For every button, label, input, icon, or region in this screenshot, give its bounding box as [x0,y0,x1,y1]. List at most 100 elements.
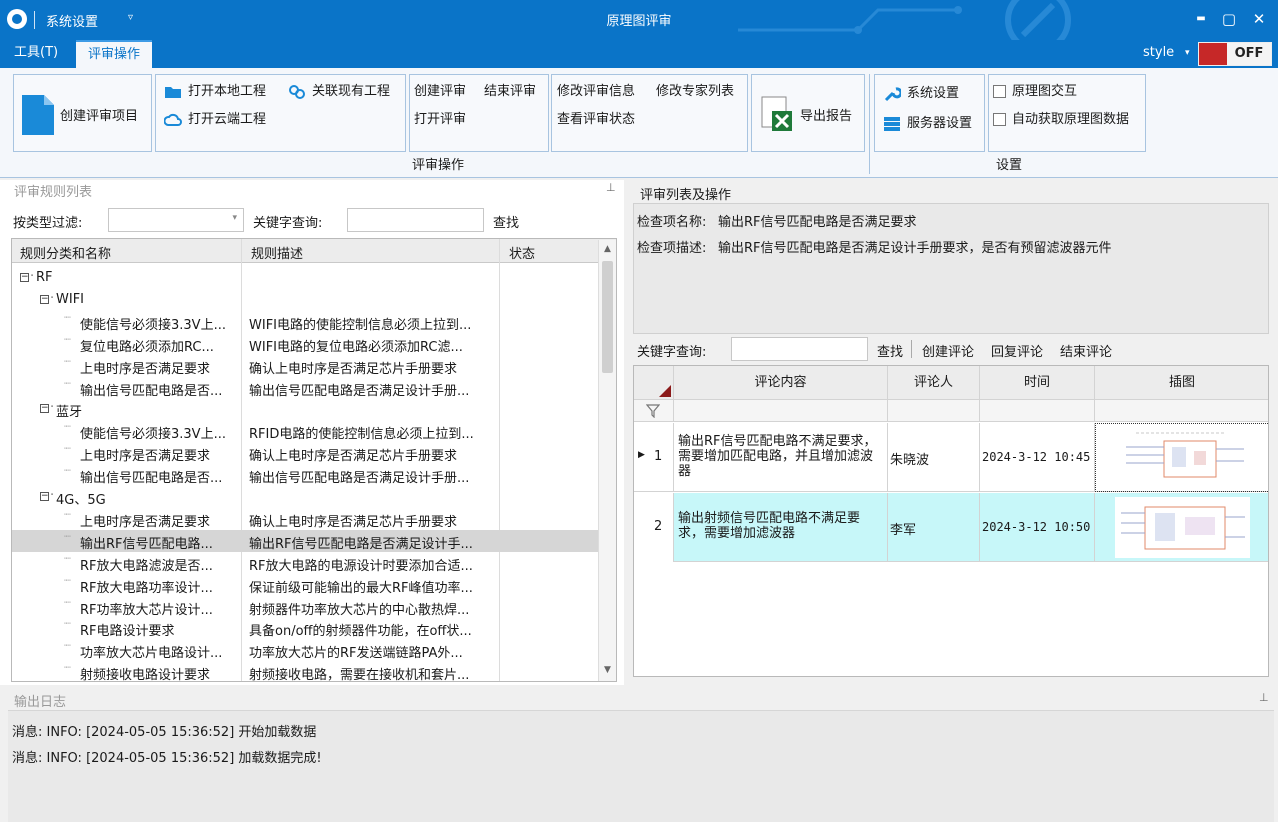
tree-rule-row[interactable]: ┈ 上电时序是否满足要求 确认上电时序是否满足芯片手册要求 [12,442,599,464]
tree-connector: · [30,269,35,284]
rules-scrollbar[interactable]: ▲ ▼ [598,240,616,681]
link-existing-project-button[interactable]: 关联现有工程 [288,80,390,100]
modify-review-info-button[interactable]: 修改评审信息 [557,80,635,99]
create-review-button[interactable]: 创建评审 [414,80,466,99]
tree-rule-row[interactable]: ┈ RF功率放大芯片设计... 射频器件功率放大芯片的中心散热焊... [12,596,599,618]
scroll-up-icon[interactable]: ▲ [599,241,616,258]
collapse-icon[interactable]: − [20,273,29,282]
auto-fetch-checkbox[interactable]: 自动获取原理图数据 [993,108,1129,127]
comment-search-input[interactable] [731,337,868,361]
tree-rule-row[interactable]: ┈ RF放大电路功率设计... 保证前级可能输出的最大RF峰值功率... [12,574,599,596]
column-header-content[interactable]: 评论内容 [674,366,888,400]
log-line: 消息: INFO: [2024-05-05 15:36:52] 加载数据完成! [12,751,322,766]
filter-cell[interactable] [1095,400,1268,422]
create-review-project-button[interactable]: 创建评审项目 [60,105,138,124]
create-comment-button[interactable]: 创建评论 [922,341,974,360]
comment-row[interactable]: ▶ 1 输出RF信号匹配电路不满足要求，需要增加匹配电路，并且增加滤波器 朱晓波… [634,423,1268,492]
tree-group-row[interactable]: − · RF [12,267,599,289]
filter-cell[interactable] [634,400,674,422]
pin-icon[interactable]: ⊥ [606,181,616,194]
rules-panel-caption: 评审规则列表 [14,185,93,200]
tree-rule-row[interactable]: ┈ 输出信号匹配电路是否... 输出信号匹配电路是否满足设计手册... [12,464,599,486]
comment-image-cell[interactable] [1095,423,1268,492]
view-review-status-button[interactable]: 查看评审状态 [557,108,635,127]
end-review-button[interactable]: 结束评审 [484,80,536,99]
schematic-interact-checkbox[interactable]: 原理图交互 [993,80,1077,99]
end-comment-button[interactable]: 结束评论 [1060,341,1112,360]
style-toggle[interactable]: OFF [1198,42,1272,66]
close-button[interactable]: ✕ [1248,8,1270,30]
comment-keyword-label: 关键字查询: [637,345,707,360]
tree-rule-row[interactable]: ┈ 使能信号必须接3.3V上... WIFI电路的使能控制信息必须上拉到... [12,311,599,333]
excel-icon [761,96,792,131]
minimize-button[interactable]: ▬ [1190,8,1212,30]
column-header-time[interactable]: 时间 [980,366,1095,400]
comment-search-button[interactable]: 查找 [877,341,903,360]
system-settings-button[interactable]: 系统设置 [883,82,959,102]
reply-comment-button[interactable]: 回复评论 [991,341,1043,360]
tree-rule-row[interactable]: ┈ 输出信号匹配电路是否... 输出信号匹配电路是否满足设计手册... [12,377,599,399]
pin-icon[interactable]: ⊥ [1259,691,1269,704]
tree-rule-row[interactable]: ┈ 输出RF信号匹配电路... 输出RF信号匹配电路是否满足设计手... [12,529,599,552]
filter-label: 按类型过滤: [13,216,83,231]
comment-image-cell[interactable] [1095,493,1268,562]
sort-corner-icon [659,385,671,397]
tree-rule-row[interactable]: ┈ 上电时序是否满足要求 确认上电时序是否满足芯片手册要求 [12,508,599,530]
tree-rule-row[interactable]: ┈ 使能信号必须接3.3V上... RFID电路的使能控制信息必须上拉到... [12,420,599,442]
open-review-button[interactable]: 打开评审 [414,108,466,127]
comment-author: 李军 [888,493,980,562]
tree-group-row[interactable]: − · 蓝牙 [12,398,599,420]
scroll-thumb[interactable] [602,261,613,373]
row-header[interactable]: 2 [634,493,674,562]
rule-name: RF放大电路功率设计... [80,580,213,596]
row-index: 1 [654,449,663,464]
quick-access-dropdown-icon[interactable]: ▿ [128,12,133,23]
column-header-desc[interactable]: 规则描述 [251,243,303,262]
filter-icon [646,404,660,418]
tree-rule-row[interactable]: ┈ 复位电路必须添加RC... WIFI电路的复位电路必须添加RC滤... [12,333,599,355]
filter-cell[interactable] [888,400,980,422]
column-header-image[interactable]: 插图 [1095,366,1268,400]
export-report-button[interactable]: 导出报告 [800,105,852,124]
style-dropdown-icon[interactable]: ▾ [1185,48,1190,58]
tree-connector: ┈ [64,507,71,521]
filter-cell[interactable] [674,400,888,422]
column-header-name[interactable]: 规则分类和名称 [20,243,111,262]
tree-group-row[interactable]: − · WIFI [12,289,599,311]
folder-icon [165,86,181,98]
tree-rule-row[interactable]: ┈ RF放大电路滤波是否... RF放大电路的电源设计时要添加合适... [12,552,599,574]
corner-header[interactable] [634,366,674,400]
type-filter-select[interactable]: ▾ [108,208,244,232]
collapse-icon[interactable]: − [40,294,49,304]
row-header[interactable]: ▶ 1 [634,423,674,492]
tree-rule-row[interactable]: ┈ 上电时序是否满足要求 确认上电时序是否满足芯片手册要求 [12,355,599,377]
tree-rule-row[interactable]: ┈ 射频接收电路设计要求 射频接收电路，需要在接收机和套片... [12,661,599,681]
maximize-button[interactable]: ▢ [1218,8,1240,30]
tree-connector: ┈ [64,661,71,675]
app-menu-label[interactable]: 系统设置 [46,11,98,30]
group-caption-settings: 设置 [996,158,1023,173]
modify-expert-list-button[interactable]: 修改专家列表 [656,80,734,99]
scroll-down-icon[interactable]: ▼ [599,662,616,679]
tab-review-ops[interactable]: 评审操作 [76,40,153,68]
server-settings-button[interactable]: 服务器设置 [883,112,972,132]
collapse-icon[interactable]: − [40,492,49,501]
search-button[interactable]: 查找 [493,212,519,231]
open-local-project-button[interactable]: 打开本地工程 [164,80,266,100]
title-bar: 系统设置 ▿ 原理图评审 ▬ ▢ ✕ [0,0,1278,40]
tree-rule-row[interactable]: ┈ RF电路设计要求 具备on/off的射频器件功能，在off状... [12,617,599,639]
tab-tools[interactable]: 工具(T) [2,40,70,68]
keyword-search-input[interactable] [347,208,484,232]
style-label[interactable]: style [1143,45,1174,60]
column-header-status[interactable]: 状态 [509,243,535,262]
tree-connector: ┈ [64,595,71,609]
column-header-author[interactable]: 评论人 [888,366,980,400]
filter-cell[interactable] [980,400,1095,422]
comment-row[interactable]: 2 输出射频信号匹配电路不满足要求，需要增加滤波器 李军 2024-3-12 1… [634,493,1268,562]
open-cloud-project-button[interactable]: 打开云端工程 [164,108,266,128]
tree-rule-row[interactable]: ┈ 功率放大芯片电路设计... 功率放大芯片的RF发送端链路PA外... [12,639,599,661]
tree-group-row[interactable]: − · 4G、5G [12,486,599,508]
collapse-icon[interactable]: − [40,404,49,414]
app-logo[interactable] [7,9,27,29]
rule-description: 确认上电时序是否满足芯片手册要求 [249,449,458,465]
